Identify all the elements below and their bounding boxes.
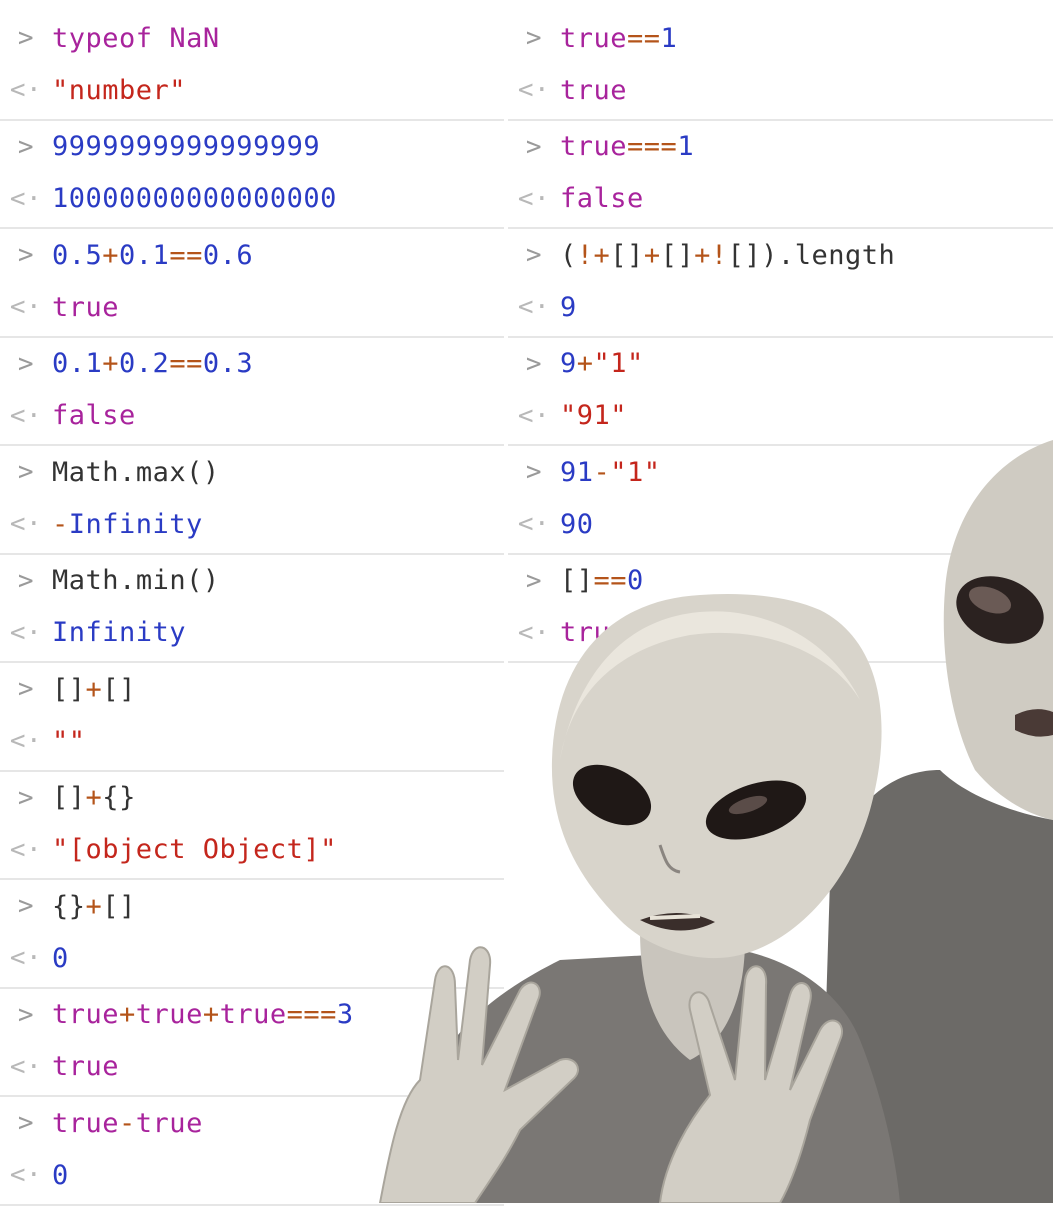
- aliens-image: [378, 440, 1053, 1203]
